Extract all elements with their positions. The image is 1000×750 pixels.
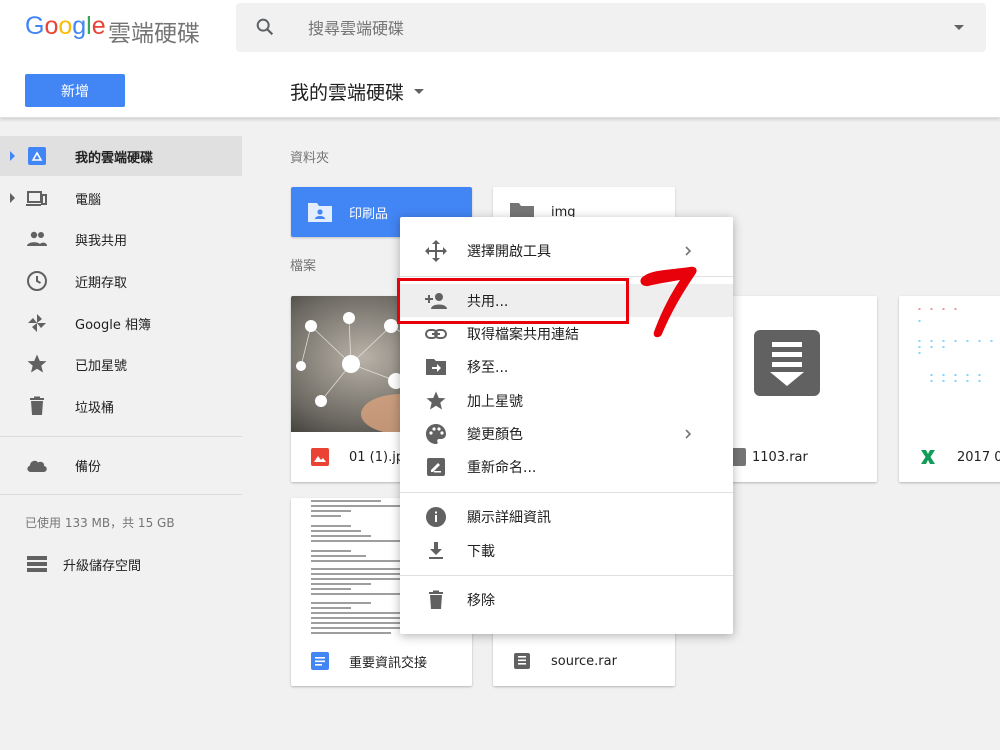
docs-file-icon (311, 652, 329, 670)
menu-item-add-star[interactable]: 加上星號 (400, 384, 733, 417)
info-icon (426, 506, 446, 527)
highlight-box (397, 278, 629, 324)
pinwheel-icon (28, 314, 46, 332)
menu-item-rename[interactable]: 重新命名... (400, 450, 733, 483)
sheets-file-icon (921, 450, 935, 464)
chevron-right-icon (685, 428, 692, 439)
chevron-right-icon (685, 245, 692, 256)
file-name-bar: 2017 0 (899, 432, 1000, 482)
search-icon[interactable] (254, 16, 276, 38)
open-with-icon (425, 239, 447, 262)
palette-icon (426, 423, 446, 444)
folders-section-label: 資料夾 (290, 151, 330, 166)
sidebar-item-trash[interactable]: 垃圾桶 (0, 386, 242, 426)
step-number-annotation (640, 266, 697, 338)
menu-item-details[interactable]: 顯示詳細資訊 (400, 500, 733, 533)
sidebar-divider (0, 494, 242, 495)
move-to-folder-icon (426, 358, 446, 375)
file-card[interactable]: 2017 0 (899, 296, 1000, 482)
sidebar-item-shared-with-me[interactable]: 與我共用 (0, 219, 242, 259)
storage-usage: 已使用 133 MB，共 15 GB (25, 516, 175, 530)
expand-arrow-icon[interactable] (10, 151, 15, 161)
location-title-dropdown[interactable]: 我的雲端硬碟 (290, 78, 425, 105)
spreadsheet-thumbnail (908, 296, 1000, 432)
search-bar[interactable] (236, 3, 986, 52)
chevron-down-icon (414, 89, 425, 94)
file-name-bar: source.rar (493, 636, 675, 686)
menu-item-change-color[interactable]: 變更顏色 (400, 417, 733, 450)
download-icon (429, 541, 443, 559)
image-file-icon (311, 448, 329, 466)
search-input[interactable] (308, 16, 908, 40)
sidebar-item-google-photos[interactable]: Google 相簿 (0, 303, 242, 343)
google-logo[interactable]: Google (25, 12, 106, 41)
computer-icon (26, 191, 47, 206)
people-icon (27, 231, 47, 246)
menu-divider (400, 575, 733, 576)
archive-preview-icon (754, 330, 820, 396)
trash-icon (429, 590, 443, 609)
storage-icon (27, 556, 47, 572)
expand-arrow-icon[interactable] (10, 193, 15, 203)
star-icon (27, 354, 47, 373)
sidebar: 我的雲端硬碟 電腦 與我共用 近期存取 Google 相簿 已加星號 垃圾桶 備… (0, 118, 242, 750)
app-header: Google 雲端硬碟 新增 我的雲端硬碟 (0, 0, 1000, 118)
shared-folder-icon (308, 203, 332, 222)
menu-divider (400, 492, 733, 493)
location-title: 我的雲端硬碟 (290, 82, 405, 104)
sidebar-item-backups[interactable]: 備份 (0, 445, 242, 485)
clock-icon (27, 271, 47, 291)
menu-item-download[interactable]: 下載 (400, 534, 733, 567)
files-section-label: 檔案 (290, 259, 317, 274)
star-icon (426, 391, 446, 409)
upgrade-storage-link[interactable]: 升級儲存空間 (25, 552, 141, 576)
new-button[interactable]: 新增 (25, 74, 125, 107)
sidebar-item-starred[interactable]: 已加星號 (0, 344, 242, 384)
file-name-bar: 重要資訊交接 (291, 636, 472, 686)
rename-icon (427, 457, 445, 476)
menu-item-remove[interactable]: 移除 (400, 583, 733, 616)
sidebar-divider (0, 436, 242, 437)
sidebar-item-computers[interactable]: 電腦 (0, 178, 242, 218)
link-icon (425, 328, 447, 339)
product-name: 雲端硬碟 (108, 21, 200, 47)
search-options-chevron-icon[interactable] (954, 25, 964, 30)
sidebar-item-my-drive[interactable]: 我的雲端硬碟 (0, 136, 242, 176)
archive-file-icon (514, 653, 530, 669)
sidebar-item-recent[interactable]: 近期存取 (0, 261, 242, 301)
menu-item-move-to[interactable]: 移至... (400, 350, 733, 383)
trash-icon (30, 396, 44, 415)
drive-icon (28, 147, 46, 165)
cloud-icon (27, 460, 47, 472)
